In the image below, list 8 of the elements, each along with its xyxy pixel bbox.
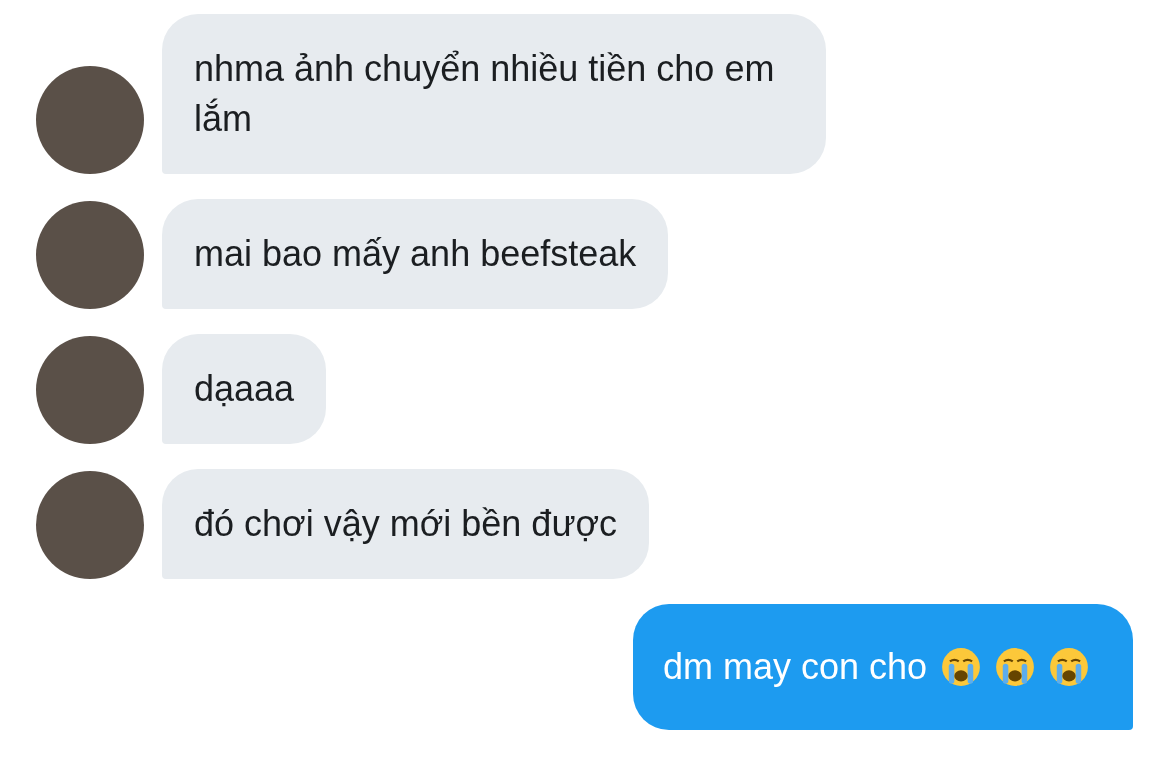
message-bubble: mai bao mấy anh beefsteak [162, 199, 669, 309]
crying-face-icon [995, 647, 1035, 687]
message-bubble: nhma ảnh chuyển nhiều tiền cho em lắm [162, 14, 826, 174]
crying-face-icon [941, 647, 981, 687]
crying-face-icon [1049, 647, 1089, 687]
message-bubble: dạaaa [162, 334, 327, 444]
message-bubble: đó chơi vậy mới bền được [162, 469, 650, 579]
message-text: dm may con cho [662, 645, 927, 689]
